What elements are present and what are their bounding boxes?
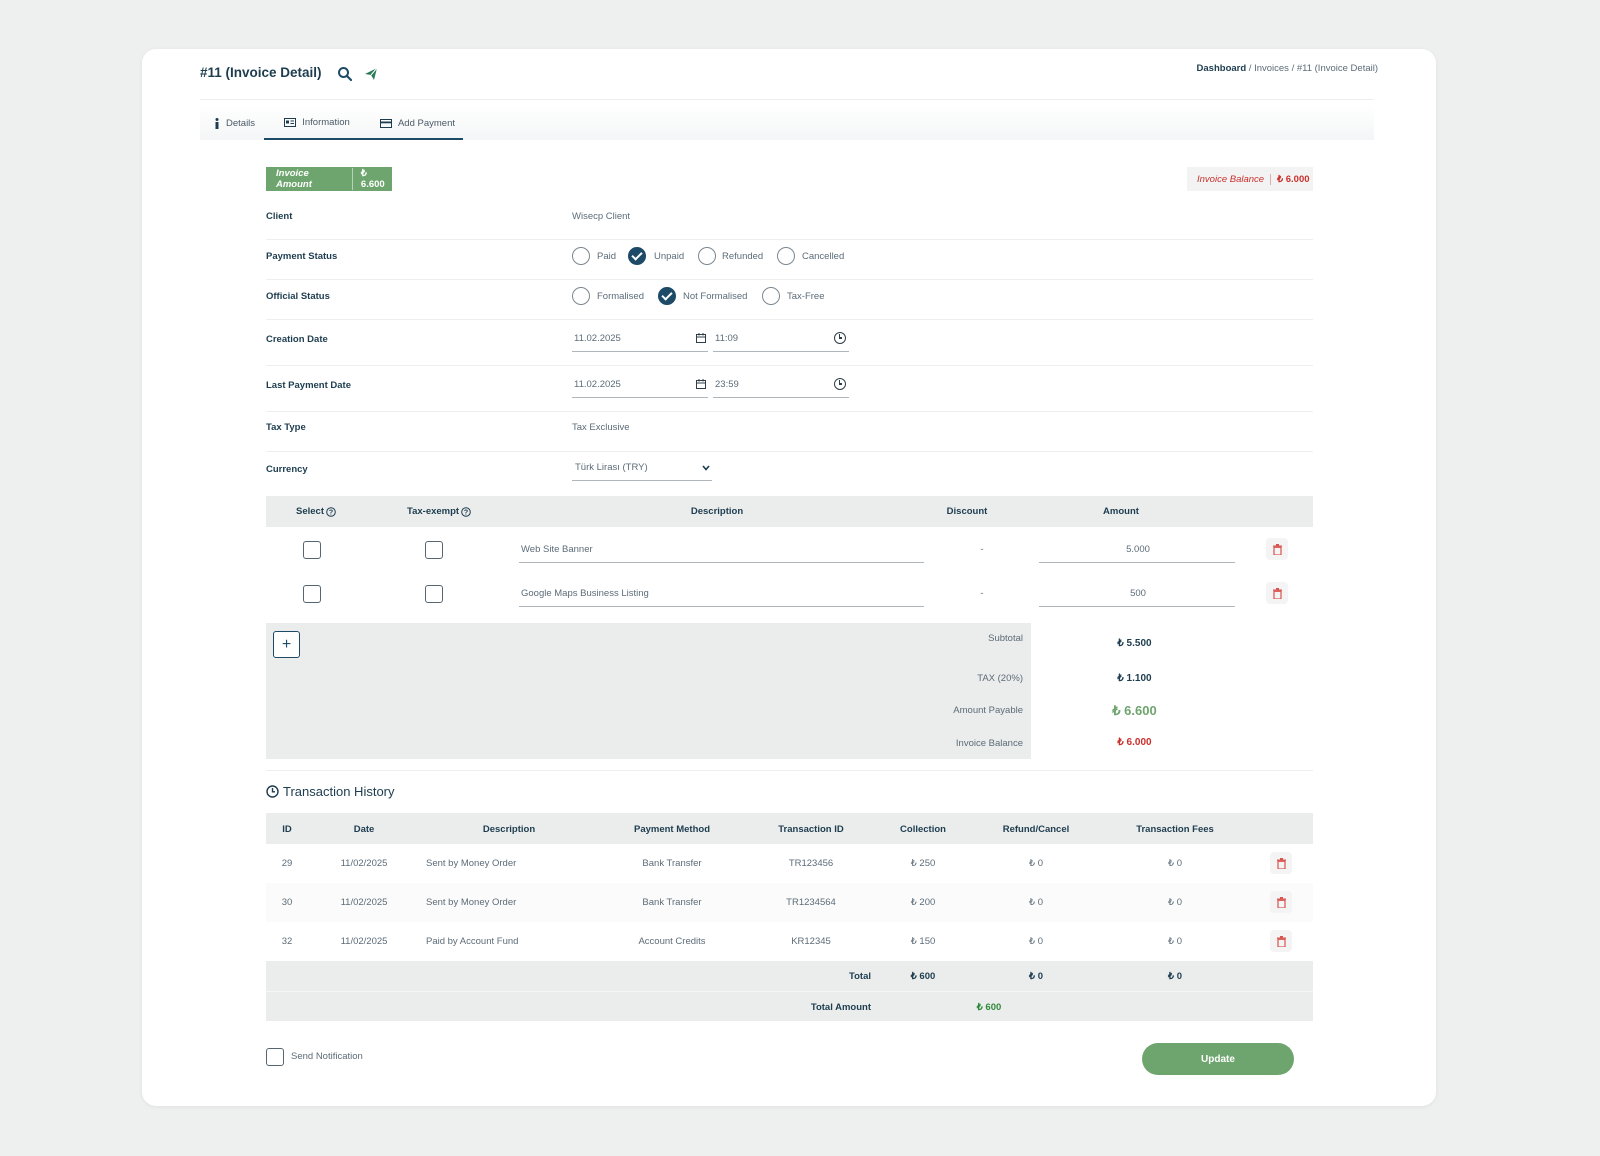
currency-select[interactable]: Türk Lirası (TRY) bbox=[572, 454, 712, 481]
tab-information[interactable]: Information bbox=[268, 106, 366, 140]
active-tab-indicator bbox=[264, 138, 463, 140]
trash-icon bbox=[1276, 857, 1286, 869]
invoice-card: #11 (Invoice Detail) Dashboard / Invoice… bbox=[142, 49, 1436, 1106]
radio-unpaid[interactable] bbox=[628, 247, 646, 265]
trash-icon bbox=[1276, 896, 1286, 908]
payment-status-label: Payment Status bbox=[266, 251, 338, 262]
transaction-history-title: Transaction History bbox=[266, 784, 395, 799]
header-select: Select ? bbox=[296, 496, 336, 527]
search-icon[interactable] bbox=[337, 66, 353, 82]
amount-input[interactable]: 500 bbox=[1039, 580, 1235, 607]
id-card-icon bbox=[284, 117, 297, 127]
tab-details[interactable]: Details bbox=[214, 106, 266, 140]
delete-button[interactable] bbox=[1270, 891, 1292, 913]
tax-exempt-checkbox[interactable] bbox=[425, 585, 443, 603]
svg-text:?: ? bbox=[329, 509, 333, 516]
invoice-amount-badge: Invoice Amount ₺ 6.600 bbox=[266, 167, 392, 191]
trash-icon bbox=[1272, 543, 1282, 555]
amount-input[interactable]: 5.000 bbox=[1039, 536, 1235, 563]
creation-date-input[interactable]: 11.02.2025 bbox=[572, 325, 708, 352]
credit-card-icon bbox=[379, 118, 392, 128]
radio-paid[interactable] bbox=[572, 247, 590, 265]
tab-bar: Details Information Add Payment bbox=[200, 106, 1374, 140]
add-item-button[interactable]: + bbox=[273, 631, 300, 658]
radio-refunded[interactable] bbox=[698, 247, 716, 265]
trash-icon bbox=[1276, 935, 1286, 947]
items-table-header: Select ? Tax-exempt ? Description Discou… bbox=[266, 496, 1313, 527]
history-icon bbox=[266, 785, 279, 798]
help-icon[interactable]: ? bbox=[461, 506, 471, 517]
description-input[interactable]: Google Maps Business Listing bbox=[519, 580, 924, 607]
last-payment-time-input[interactable]: 23:59 bbox=[713, 371, 849, 398]
amount-payable-value: ₺ 6.600 bbox=[1112, 703, 1157, 718]
clock-icon[interactable] bbox=[834, 378, 846, 390]
send-notification-label: Send Notification bbox=[291, 1051, 363, 1062]
breadcrumb-invoices[interactable]: Invoices bbox=[1254, 63, 1289, 74]
tax-type-label: Tax Type bbox=[266, 422, 306, 433]
svg-text:?: ? bbox=[464, 509, 468, 516]
calendar-icon[interactable] bbox=[696, 379, 706, 389]
tab-add-payment[interactable]: Add Payment bbox=[366, 106, 469, 140]
update-button[interactable]: Update bbox=[1142, 1043, 1294, 1075]
tax-type-value: Tax Exclusive bbox=[572, 422, 630, 433]
client-label: Client bbox=[266, 211, 293, 222]
info-icon bbox=[215, 117, 219, 129]
creation-date-label: Creation Date bbox=[266, 334, 328, 345]
tax-exempt-checkbox[interactable] bbox=[425, 541, 443, 559]
total-amount-row: Total Amount ₺ 600 bbox=[266, 991, 1313, 1021]
currency-label: Currency bbox=[266, 464, 308, 475]
breadcrumb-dashboard[interactable]: Dashboard bbox=[1197, 63, 1247, 74]
delete-button[interactable] bbox=[1270, 930, 1292, 952]
header-description: Description bbox=[690, 506, 744, 517]
select-checkbox[interactable] bbox=[303, 585, 321, 603]
page-title: #11 (Invoice Detail) bbox=[200, 65, 322, 80]
subtotal-value: ₺ 5.500 bbox=[1117, 638, 1152, 649]
radio-formalised[interactable] bbox=[572, 287, 590, 305]
client-value: Wisecp Client bbox=[572, 211, 631, 222]
creation-time-input[interactable]: 11:09 bbox=[713, 325, 849, 352]
discount-value: - bbox=[980, 544, 984, 555]
delete-button[interactable] bbox=[1266, 538, 1288, 560]
tax-value: ₺ 1.100 bbox=[1117, 673, 1152, 684]
delete-button[interactable] bbox=[1266, 582, 1288, 604]
header-discount: Discount bbox=[946, 506, 988, 517]
description-input[interactable]: Web Site Banner bbox=[519, 536, 924, 563]
discount-value: - bbox=[980, 588, 984, 599]
breadcrumb: Dashboard / Invoices / #11 (Invoice Deta… bbox=[1196, 63, 1378, 74]
summary-panel: + Subtotal ₺ 5.500 TAX (20%) ₺ 1.100 Amo… bbox=[266, 623, 1313, 759]
send-icon[interactable] bbox=[363, 66, 379, 82]
radio-tax-free[interactable] bbox=[762, 287, 780, 305]
table-row: 32 11/02/2025 Paid by Account Fund Accou… bbox=[266, 922, 1313, 961]
radio-cancelled[interactable] bbox=[777, 247, 795, 265]
header-tax-exempt: Tax-exempt ? bbox=[407, 496, 471, 527]
table-row: 29 11/02/2025 Sent by Money Order Bank T… bbox=[266, 844, 1313, 883]
calendar-icon[interactable] bbox=[696, 333, 706, 343]
chevron-down-icon bbox=[702, 465, 710, 471]
last-payment-date-input[interactable]: 11.02.2025 bbox=[572, 371, 708, 398]
send-notification-checkbox[interactable] bbox=[266, 1048, 284, 1066]
help-icon[interactable]: ? bbox=[326, 506, 336, 517]
total-row: Total ₺ 600 ₺ 0 ₺ 0 bbox=[266, 961, 1313, 991]
delete-button[interactable] bbox=[1270, 852, 1292, 874]
amount-payable-label: Amount Payable bbox=[953, 705, 1023, 716]
last-payment-date-label: Last Payment Date bbox=[266, 380, 352, 391]
tax-label: TAX (20%) bbox=[977, 673, 1023, 684]
invoice-balance-value: ₺ 6.000 bbox=[1117, 737, 1152, 748]
select-checkbox[interactable] bbox=[303, 541, 321, 559]
divider bbox=[200, 99, 1374, 100]
trash-icon bbox=[1272, 587, 1282, 599]
header-amount: Amount bbox=[1103, 506, 1139, 517]
official-status-label: Official Status bbox=[266, 291, 330, 302]
table-row: 30 11/02/2025 Sent by Money Order Bank T… bbox=[266, 883, 1313, 922]
subtotal-label: Subtotal bbox=[988, 633, 1023, 644]
invoice-balance-label: Invoice Balance bbox=[955, 738, 1023, 749]
clock-icon[interactable] bbox=[834, 332, 846, 344]
breadcrumb-current: #11 (Invoice Detail) bbox=[1296, 63, 1378, 74]
transactions-header: ID Date Description Payment Method Trans… bbox=[266, 813, 1313, 844]
radio-not-formalised[interactable] bbox=[658, 287, 676, 305]
invoice-balance-badge: Invoice Balance ₺ 6.000 bbox=[1187, 167, 1313, 191]
